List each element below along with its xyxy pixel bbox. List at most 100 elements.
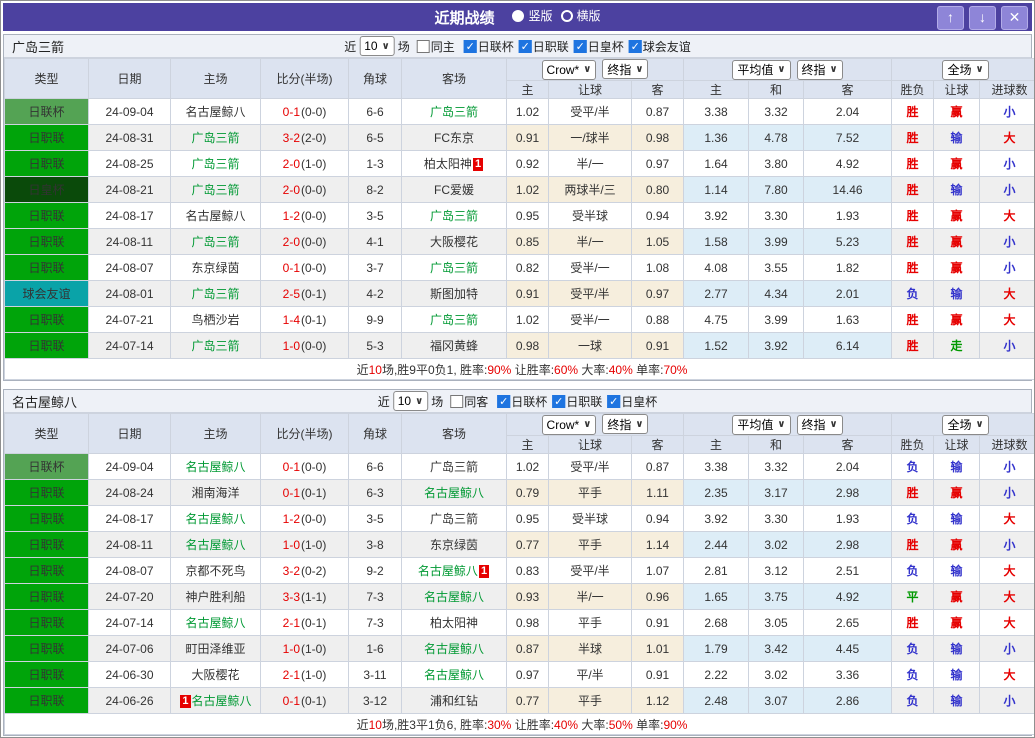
same-venue-checkbox[interactable] — [416, 39, 430, 53]
same-venue-checkbox[interactable] — [450, 394, 464, 408]
league-label: 日职联 — [566, 394, 603, 409]
cell-home-team: 名古屋鲸八 — [170, 453, 261, 480]
cell-odds-home: 1.02 — [506, 176, 549, 203]
halftime-score: (0-1) — [301, 615, 327, 630]
cell-corners: 3-12 — [348, 687, 402, 714]
league-checkbox[interactable] — [628, 39, 642, 53]
cell-avg-away: 2.98 — [803, 531, 893, 558]
header-dropdown[interactable]: 终指 — [796, 414, 843, 435]
cell-result-handicap: 赢 — [933, 150, 981, 177]
match-row: 日职联 24-08-17 名古屋鲸八 1-2(0-0) 3-5 广岛三箭 0.95 受半球 0.… — [4, 202, 1034, 229]
team-section-0: 广岛三箭近10场同主日联杯日职联日皇杯球会友谊类型日期主场比分(半场)角球客场C… — [3, 34, 1034, 381]
cell-home-team: 名古屋鲸八 — [170, 609, 261, 636]
window-titlebar: 近期战绩 竖版 横版 ↑ ↓ ✕ — [3, 3, 1032, 31]
cell-avg-draw: 4.34 — [748, 280, 805, 307]
halftime-score: (0-0) — [301, 260, 327, 275]
league-checkbox[interactable] — [607, 394, 621, 408]
match-type-badge: 日皇杯 — [4, 176, 89, 203]
cell-date: 24-07-14 — [88, 609, 171, 636]
header-dropdown[interactable]: 全场 — [942, 59, 989, 80]
header-dropdown[interactable]: 平均值 — [732, 59, 791, 80]
match-count-select[interactable]: 10 — [392, 391, 429, 411]
cell-away-team: 名古屋鲸八 — [401, 583, 507, 610]
cell-avg-away: 1.63 — [803, 306, 893, 333]
header-dropdown[interactable]: 终指 — [602, 414, 649, 435]
cell-odds-away: 1.01 — [630, 635, 685, 662]
cell-odds-home: 0.93 — [506, 583, 549, 610]
match-type-badge: 日职联 — [4, 557, 89, 584]
cell-result-goals: 小 — [979, 98, 1034, 125]
header-dropdown[interactable]: 终指 — [796, 59, 843, 80]
cell-home-team: 名古屋鲸八 — [170, 202, 261, 229]
cell-home-team: 广岛三箭 — [170, 176, 261, 203]
team-name: 名古屋鲸八 — [423, 486, 484, 500]
cell-home-team: 神户胜利船 — [170, 583, 261, 610]
cell-odds-away: 0.94 — [630, 505, 685, 532]
match-row: 日职联 24-08-07 京都不死鸟 3-2(0-2) 9-2 名古屋鲸八 1 0.83 受平/… — [4, 557, 1034, 584]
league-checkbox[interactable] — [497, 394, 511, 408]
cell-date: 24-08-01 — [88, 280, 171, 307]
cell-result-outcome: 胜 — [891, 98, 935, 125]
section-summary: 近10场,胜9平0负1, 胜率:90% 让胜率:60% 大率:40% 单率:70… — [3, 358, 1034, 380]
cell-odds-home: 0.92 — [506, 150, 549, 177]
fulltime-score: 2-0 — [282, 182, 300, 197]
league-label: 日皇杯 — [621, 394, 658, 409]
cell-score: 1-4(0-1) — [260, 306, 349, 333]
cell-result-goals: 大 — [979, 505, 1034, 532]
view-mode-radio[interactable]: 竖版 — [512, 7, 553, 24]
league-label: 日联杯 — [511, 394, 548, 409]
header-dropdown[interactable]: Crow* — [541, 414, 597, 435]
move-down-button[interactable]: ↓ — [969, 6, 996, 30]
fulltime-score: 1-0 — [282, 641, 300, 656]
team-name: 名古屋鲸八 — [423, 590, 484, 604]
red-card-badge: 1 — [472, 158, 484, 171]
cell-avg-draw: 3.02 — [748, 661, 805, 688]
sections-host: 广岛三箭近10场同主日联杯日职联日皇杯球会友谊类型日期主场比分(半场)角球客场C… — [3, 34, 1034, 736]
league-checkbox[interactable] — [518, 39, 532, 53]
team-name: 名古屋鲸八 — [423, 668, 484, 682]
league-filter: 日联杯 — [497, 393, 547, 410]
fulltime-score: 0-1 — [282, 485, 300, 500]
match-type-badge: 日职联 — [4, 479, 89, 506]
cell-handicap: 平手 — [548, 609, 632, 636]
league-checkbox[interactable] — [552, 394, 566, 408]
cell-score: 1-2(0-0) — [260, 202, 349, 229]
league-checkbox[interactable] — [463, 39, 477, 53]
fulltime-score: 1-2 — [282, 511, 300, 526]
close-button[interactable]: ✕ — [1001, 6, 1028, 30]
cell-avg-draw: 7.80 — [748, 176, 805, 203]
halftime-score: (0-1) — [301, 693, 327, 708]
team-name: 名古屋鲸八 — [185, 512, 246, 526]
halftime-score: (2-0) — [301, 130, 327, 145]
cell-result-handicap: 输 — [933, 453, 981, 480]
team-name: FC东京 — [434, 131, 474, 145]
fulltime-score: 2-1 — [282, 667, 300, 682]
cell-odds-home: 0.79 — [506, 479, 549, 506]
summary-text: 10 — [368, 717, 382, 732]
cell-date: 24-08-21 — [88, 176, 171, 203]
cell-avg-home: 2.81 — [683, 557, 750, 584]
match-type-badge: 日职联 — [4, 687, 89, 714]
same-venue-label: 同客 — [464, 394, 489, 409]
cell-home-team: 广岛三箭 — [170, 280, 261, 307]
cell-odds-home: 0.91 — [506, 124, 549, 151]
cell-odds-home: 0.85 — [506, 228, 549, 255]
move-up-button[interactable]: ↑ — [937, 6, 964, 30]
view-mode-radio[interactable]: 横版 — [560, 7, 601, 24]
halftime-score: (1-0) — [301, 156, 327, 171]
header-dropdown[interactable]: 全场 — [942, 414, 989, 435]
header-dropdown[interactable]: 终指 — [602, 59, 649, 80]
match-type-badge: 日职联 — [4, 124, 89, 151]
match-count-select[interactable]: 10 — [359, 36, 395, 56]
view-mode-radios: 竖版 横版 — [504, 7, 601, 27]
cell-avg-draw: 3.17 — [748, 479, 805, 506]
cell-result-outcome: 负 — [891, 687, 935, 714]
cell-date: 24-07-20 — [88, 583, 171, 610]
matches-table: 类型日期主场比分(半场)角球客场Crow*终指平均值终指全场主让球客主和客胜负让… — [3, 58, 1034, 380]
header-dropdown[interactable]: Crow* — [541, 59, 597, 80]
league-checkbox[interactable] — [573, 39, 587, 53]
header-dropdown[interactable]: 平均值 — [732, 414, 791, 435]
section-team-name: 名古屋鲸八 — [12, 394, 78, 410]
column-subheader: 胜负 — [891, 435, 935, 454]
fulltime-score: 3-2 — [282, 563, 300, 578]
